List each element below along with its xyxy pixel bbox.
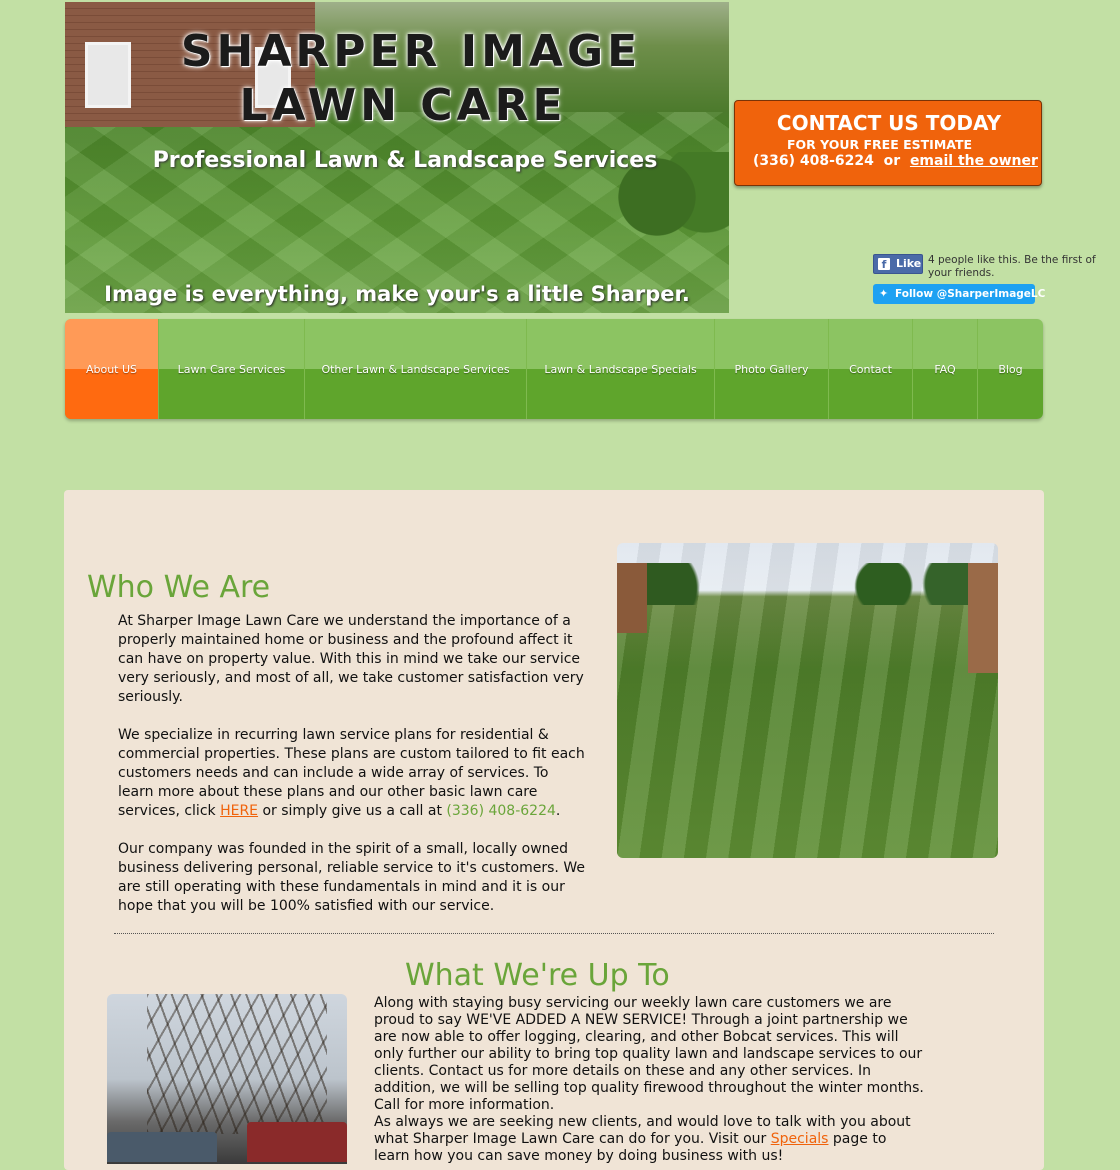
who-paragraph-1: At Sharper Image Lawn Care we understand… [118,612,588,707]
who-p2-middle: or simply give us a call at [258,803,447,819]
nav-item-lawn-care-services[interactable]: Lawn Care Services [159,319,305,419]
facebook-like-label: Like [896,257,922,270]
section-divider [114,933,994,934]
what-p2-text: As always we are seeking new clients, an… [374,1114,926,1165]
specials-link[interactable]: Specials [771,1131,829,1147]
facebook-like-button[interactable]: f Like [873,254,923,274]
gazebo-right [968,563,998,673]
who-p2-phone: (336) 408-6224 [446,803,556,819]
bird-icon: ✦ [879,287,889,300]
what-paragraph-1: Along with staying busy servicing our we… [374,995,926,1114]
site-title-line1: SHARPER IMAGE [180,26,642,77]
nav-item-contact[interactable]: Contact [829,319,913,419]
email-owner-link[interactable]: email the owner [910,153,1038,169]
facebook-like-count-text: 4 people like this. Be the first of your… [928,254,1096,279]
bare-tree [147,994,327,1134]
what-p1-text: Along with staying busy servicing our we… [374,995,924,1113]
header-banner-image: SHARPER IMAGE LAWN CARE Professional Law… [65,2,729,313]
who-we-are-heading: Who We Are [87,570,271,605]
logging-trucks-photo [107,994,347,1164]
nav-item-other-services[interactable]: Other Lawn & Landscape Services [305,319,527,419]
site-tagline: Image is everything, make your's a littl… [104,282,690,306]
site-subtitle: Professional Lawn & Landscape Services [152,148,658,173]
twitter-follow-label: Follow @SharperImageLC [895,288,1046,300]
mowed-lawn-photo [617,543,998,858]
nav-item-faq[interactable]: FAQ [913,319,978,419]
contact-separator: or [883,153,901,169]
who-paragraph-2: We specialize in recurring lawn service … [118,726,588,821]
contact-subheading: FOR YOUR FREE ESTIMATE [787,137,973,152]
gazebo-left [617,563,647,633]
contact-heading: CONTACT US TODAY [776,111,1002,135]
twitter-follow-button[interactable]: ✦ Follow @SharperImageLC [873,284,1045,304]
contact-line: (336) 408-6224 or email the owner [753,153,1038,169]
who-p1-text: At Sharper Image Lawn Care we understand… [118,613,584,705]
what-paragraph-2: As always we are seeking new clients, an… [374,1114,926,1165]
contact-box[interactable]: CONTACT US TODAY FOR YOUR FREE ESTIMATE … [734,100,1042,186]
who-p2-after: . [555,803,561,819]
nav-item-photo-gallery[interactable]: Photo Gallery [715,319,829,419]
who-p2-text: We specialize in recurring lawn service … [118,726,588,821]
facebook-icon: f [878,258,890,271]
who-paragraph-3: Our company was founded in the spirit of… [118,840,588,916]
nav-item-about-us[interactable]: About US [65,319,159,419]
lawn-services-here-link[interactable]: HERE [220,803,258,819]
treeline [617,563,998,605]
contact-phone: (336) 408-6224 [753,153,874,169]
site-title-line2: LAWN CARE [239,80,567,131]
nav-item-specials[interactable]: Lawn & Landscape Specials [527,319,715,419]
what-were-up-to-heading: What We're Up To [405,958,670,993]
blue-truck [107,1132,217,1162]
nav-item-blog[interactable]: Blog [978,319,1043,419]
who-p3-text: Our company was founded in the spirit of… [118,841,585,914]
main-nav: About US Lawn Care Services Other Lawn &… [65,319,1043,419]
red-truck [247,1122,347,1162]
